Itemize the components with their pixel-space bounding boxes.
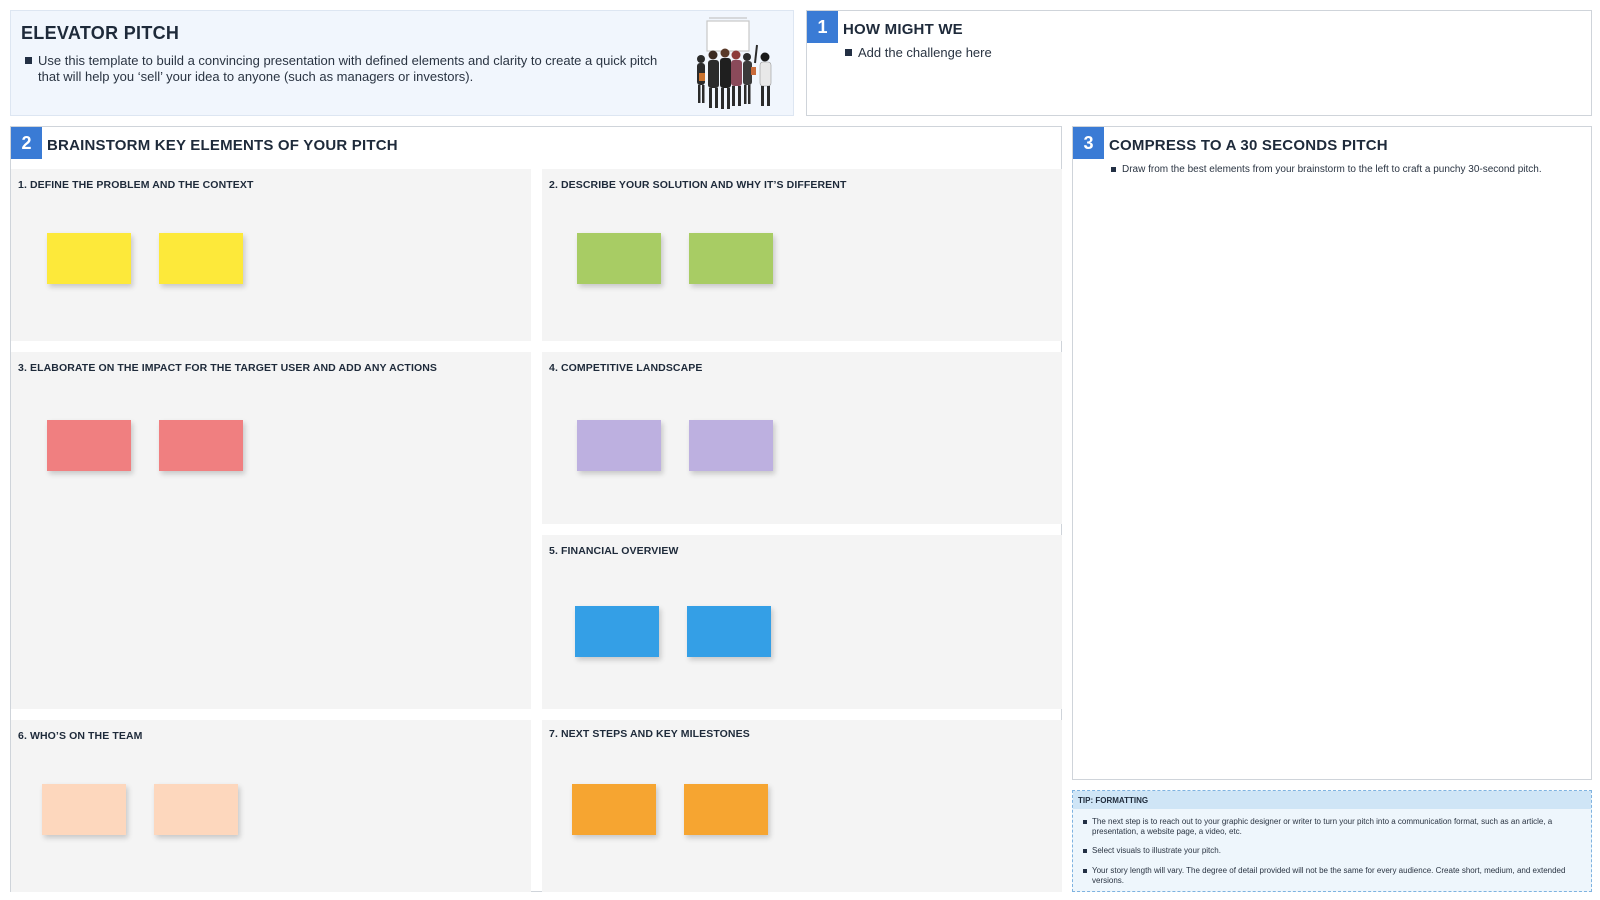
section-label: 3. ELABORATE ON THE IMPACT FOR THE TARGE… <box>18 362 438 374</box>
sticky-note[interactable] <box>577 233 661 284</box>
challenge-item-text: Add the challenge here <box>858 45 992 60</box>
sticky-note[interactable] <box>42 784 126 835</box>
tip-item-text: Your story length will vary. The degree … <box>1092 866 1566 885</box>
section-competitive-landscape[interactable]: 4. COMPETITIVE LANDSCAPE <box>542 352 1062 524</box>
elevator-pitch-intro-card[interactable]: ELEVATOR PITCH Use this template to buil… <box>10 10 794 116</box>
compress-pitch-item-text: Draw from the best elements from your br… <box>1122 164 1542 175</box>
sticky-note[interactable] <box>154 784 238 835</box>
section-define-problem[interactable]: 1. DEFINE THE PROBLEM AND THE CONTEXT <box>11 169 531 341</box>
section-label: 5. FINANCIAL OVERVIEW <box>549 545 679 557</box>
compress-pitch-frame[interactable]: 3 COMPRESS TO A 30 SECONDS PITCH Draw fr… <box>1072 126 1592 780</box>
sticky-note[interactable] <box>572 784 656 835</box>
how-might-we-title: HOW MIGHT WE <box>843 21 963 38</box>
compress-pitch-item: Draw from the best elements from your br… <box>1111 164 1581 176</box>
tip-item-text: Select visuals to illustrate your pitch. <box>1092 846 1221 855</box>
tip-item: The next step is to reach out to your gr… <box>1083 817 1583 837</box>
how-might-we-frame[interactable]: 1 HOW MIGHT WE Add the challenge here <box>806 10 1592 116</box>
bullet-icon <box>1083 849 1087 853</box>
brainstorm-title: BRAINSTORM KEY ELEMENTS OF YOUR PITCH <box>47 137 398 154</box>
sticky-note[interactable] <box>687 606 771 657</box>
sticky-note[interactable] <box>159 233 243 284</box>
section-label: 6. WHO’S ON THE TEAM <box>18 730 143 742</box>
people-group-illustration-icon <box>697 17 772 109</box>
section-label: 7. NEXT STEPS AND KEY MILESTONES <box>549 728 750 740</box>
step-number-2: 2 <box>11 127 42 159</box>
section-label: 2. DESCRIBE YOUR SOLUTION AND WHY IT’S D… <box>549 179 847 191</box>
tip-title: TIP: FORMATTING <box>1078 796 1149 805</box>
section-elaborate-impact[interactable]: 3. ELABORATE ON THE IMPACT FOR THE TARGE… <box>11 352 531 709</box>
bullet-icon <box>845 49 852 56</box>
sticky-note[interactable] <box>47 233 131 284</box>
tip-formatting-box[interactable]: TIP: FORMATTING The next step is to reac… <box>1072 790 1592 892</box>
page-title: ELEVATOR PITCH <box>21 23 180 43</box>
intro-description-text: Use this template to build a convincing … <box>38 53 658 84</box>
section-label: 1. DEFINE THE PROBLEM AND THE CONTEXT <box>18 179 254 191</box>
step-number-1: 1 <box>807 11 838 43</box>
tip-item: Select visuals to illustrate your pitch. <box>1083 846 1583 856</box>
sticky-note[interactable] <box>689 233 773 284</box>
bullet-icon <box>1083 869 1087 873</box>
brainstorm-frame[interactable]: 2 BRAINSTORM KEY ELEMENTS OF YOUR PITCH … <box>10 126 1062 892</box>
section-label: 4. COMPETITIVE LANDSCAPE <box>549 362 703 374</box>
sticky-note[interactable] <box>577 420 661 471</box>
sticky-note[interactable] <box>684 784 768 835</box>
sticky-note[interactable] <box>689 420 773 471</box>
sticky-note[interactable] <box>575 606 659 657</box>
section-financial-overview[interactable]: 5. FINANCIAL OVERVIEW <box>542 535 1062 709</box>
section-describe-solution[interactable]: 2. DESCRIBE YOUR SOLUTION AND WHY IT’S D… <box>542 169 1062 341</box>
section-next-steps[interactable]: 7. NEXT STEPS AND KEY MILESTONES <box>542 720 1062 892</box>
intro-description: Use this template to build a convincing … <box>25 53 665 85</box>
tip-item-text: The next step is to reach out to your gr… <box>1092 817 1553 836</box>
bullet-icon <box>25 57 32 64</box>
tip-item: Your story length will vary. The degree … <box>1083 866 1583 886</box>
compress-pitch-title: COMPRESS TO A 30 SECONDS PITCH <box>1109 137 1388 154</box>
tip-header <box>1073 791 1591 809</box>
section-team[interactable]: 6. WHO’S ON THE TEAM <box>11 720 531 892</box>
bullet-icon <box>1083 820 1087 824</box>
challenge-item[interactable]: Add the challenge here <box>845 45 992 60</box>
bullet-icon <box>1111 167 1116 172</box>
step-number-3: 3 <box>1073 127 1104 159</box>
sticky-note[interactable] <box>159 420 243 471</box>
sticky-note[interactable] <box>47 420 131 471</box>
